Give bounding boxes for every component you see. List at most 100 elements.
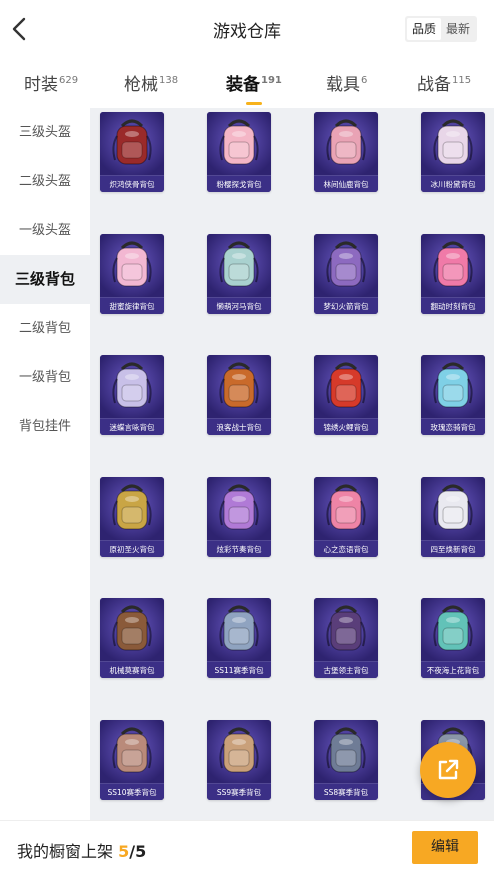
sidebar-item-level3-helmet[interactable]: 三级头盔 <box>0 108 90 157</box>
backpack-icon <box>421 112 485 175</box>
item-card[interactable]: 原初圣火背包 <box>100 477 164 557</box>
item-name: SS10赛季背包 <box>100 783 164 800</box>
backpack-icon <box>421 355 485 418</box>
backpack-icon <box>314 720 378 783</box>
item-card[interactable]: 甜蜜旋律背包 <box>100 234 164 314</box>
sidebar-item-level1-backpack[interactable]: 一级背包 <box>0 353 90 402</box>
tab-supplies[interactable]: 战备115 <box>417 70 471 95</box>
item-card[interactable]: 粉樱探戈背包 <box>207 112 271 192</box>
tab-label: 战备 <box>417 75 451 95</box>
item-grid: 炽鸿侠骨背包 粉樱探戈背包 林间仙鹿背包 冰川粉黛背包甜蜜旋律背包 懒萌河马背包 梦幻火箭… <box>90 108 494 820</box>
item-card[interactable]: 锦绣火鲤背包 <box>314 355 378 435</box>
item-card[interactable]: SS8赛季背包 <box>314 720 378 800</box>
item-card[interactable]: 林间仙鹿背包 <box>314 112 378 192</box>
sidebar-item-level2-backpack[interactable]: 二级背包 <box>0 304 90 353</box>
item-card[interactable]: 翻动时刻背包 <box>421 234 485 314</box>
sidebar-item-backpack-charm[interactable]: 背包挂件 <box>0 402 90 451</box>
item-name: SS8赛季背包 <box>314 783 378 800</box>
item-card[interactable]: 玫瑰恋骑背包 <box>421 355 485 435</box>
backpack-icon <box>207 477 271 540</box>
item-name: 四至焕新背包 <box>421 540 485 557</box>
item-card[interactable]: SS10赛季背包 <box>100 720 164 800</box>
tab-count: 138 <box>159 75 179 86</box>
item-card[interactable]: 机械莫赛背包 <box>100 598 164 678</box>
bottom-bar: 我的橱窗上架 5/5 编辑 <box>0 820 494 875</box>
backpack-icon <box>421 234 485 297</box>
item-card[interactable]: 梦幻火箭背包 <box>314 234 378 314</box>
item-card[interactable]: 懒萌河马背包 <box>207 234 271 314</box>
backpack-icon <box>207 234 271 297</box>
showcase-current: 5 <box>118 842 130 861</box>
item-name: 浪客战士背包 <box>207 418 271 435</box>
backpack-icon <box>314 477 378 540</box>
item-name: 翻动时刻背包 <box>421 297 485 314</box>
tab-equipment[interactable]: 装备191 <box>226 70 282 105</box>
category-tabs: 时装629 枪械138 装备191 载具6 战备115 <box>0 62 494 105</box>
item-name: SS9赛季背包 <box>207 783 271 800</box>
item-name: 冰川粉黛背包 <box>421 175 485 192</box>
tab-label: 枪械 <box>124 75 158 95</box>
showcase-status: 我的橱窗上架 5/5 <box>17 838 146 862</box>
backpack-icon <box>207 355 271 418</box>
sort-toggle[interactable]: 品质 最新 <box>405 16 477 42</box>
edit-button[interactable]: 编辑 <box>412 831 478 864</box>
item-name: 不夜海上花背包 <box>421 661 485 678</box>
showcase-label: 我的橱窗上架 <box>17 842 114 861</box>
backpack-icon <box>100 355 164 418</box>
item-card[interactable]: 冰川粉黛背包 <box>421 112 485 192</box>
item-card[interactable]: 古堡领主背包 <box>314 598 378 678</box>
backpack-icon <box>100 598 164 661</box>
item-name: 甜蜜旋律背包 <box>100 297 164 314</box>
backpack-icon <box>207 720 271 783</box>
sort-latest-button[interactable]: 最新 <box>441 18 475 40</box>
backpack-icon <box>314 598 378 661</box>
sidebar: 三级头盔 二级头盔 一级头盔 三级背包 二级背包 一级背包 背包挂件 <box>0 108 90 820</box>
backpack-icon <box>314 112 378 175</box>
backpack-icon <box>314 234 378 297</box>
item-name: 梦幻火箭背包 <box>314 297 378 314</box>
item-card[interactable]: 浪客战士背包 <box>207 355 271 435</box>
tab-vehicles[interactable]: 载具6 <box>326 70 367 95</box>
backpack-icon <box>207 112 271 175</box>
item-card[interactable]: 炽鸿侠骨背包 <box>100 112 164 192</box>
item-name: 迷蝶言咏背包 <box>100 418 164 435</box>
backpack-icon <box>421 598 485 661</box>
share-icon <box>438 759 459 780</box>
tab-label: 时装 <box>24 75 58 95</box>
active-tab-indicator <box>245 102 262 105</box>
sort-quality-button[interactable]: 品质 <box>407 18 441 40</box>
backpack-icon <box>100 477 164 540</box>
warehouse-screen: 游戏仓库 品质 最新 时装629 枪械138 装备191 载具6 战备115 三… <box>0 0 494 875</box>
item-name: 心之恋语背包 <box>314 540 378 557</box>
item-name: 原初圣火背包 <box>100 540 164 557</box>
item-name: 玫瑰恋骑背包 <box>421 418 485 435</box>
header: 游戏仓库 品质 最新 <box>0 0 494 58</box>
item-name: SS11赛季背包 <box>207 661 271 678</box>
item-card[interactable]: 四至焕新背包 <box>421 477 485 557</box>
item-name: 懒萌河马背包 <box>207 297 271 314</box>
showcase-total: 5 <box>135 842 147 861</box>
item-name: 粉樱探戈背包 <box>207 175 271 192</box>
tab-weapons[interactable]: 枪械138 <box>124 70 178 95</box>
item-card[interactable]: SS11赛季背包 <box>207 598 271 678</box>
tab-fashion[interactable]: 时装629 <box>24 70 78 95</box>
backpack-icon <box>100 720 164 783</box>
share-button[interactable] <box>420 742 476 798</box>
item-name: 古堡领主背包 <box>314 661 378 678</box>
item-card[interactable]: 炫彩节奏背包 <box>207 477 271 557</box>
item-card[interactable]: 心之恋语背包 <box>314 477 378 557</box>
item-name: 炫彩节奏背包 <box>207 540 271 557</box>
backpack-icon <box>100 112 164 175</box>
tab-count: 115 <box>452 75 472 86</box>
sidebar-item-level3-backpack[interactable]: 三级背包 <box>0 255 90 304</box>
tab-label: 装备 <box>226 75 260 95</box>
item-card[interactable]: 不夜海上花背包 <box>421 598 485 678</box>
tab-count: 629 <box>59 75 79 86</box>
item-card[interactable]: 迷蝶言咏背包 <box>100 355 164 435</box>
backpack-icon <box>421 477 485 540</box>
item-card[interactable]: SS9赛季背包 <box>207 720 271 800</box>
item-name: 机械莫赛背包 <box>100 661 164 678</box>
sidebar-item-level2-helmet[interactable]: 二级头盔 <box>0 157 90 206</box>
sidebar-item-level1-helmet[interactable]: 一级头盔 <box>0 206 90 255</box>
tab-count: 6 <box>361 75 368 86</box>
